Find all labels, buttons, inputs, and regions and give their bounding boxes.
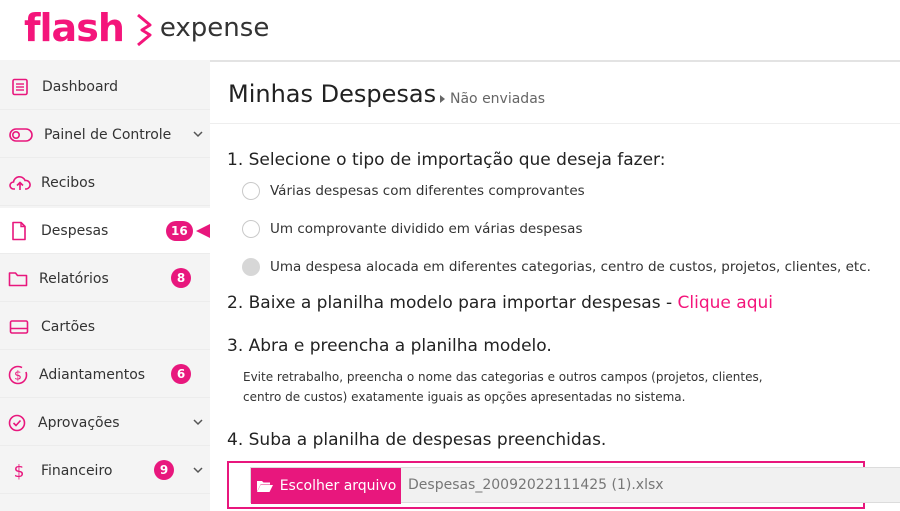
card-icon [8, 317, 30, 337]
sidebar-item-label: Adiantamentos [39, 366, 146, 383]
step-3-note-line-1: Evite retrabalho, preencha o nome das ca… [243, 370, 763, 384]
title-divider [210, 123, 900, 124]
document-icon [9, 221, 29, 241]
step-3-note-line-2: centro de custos) exatamente iguais as o… [243, 390, 686, 404]
radio-button[interactable] [242, 258, 260, 276]
logo-flash-text: flash [24, 6, 125, 50]
choose-file-button[interactable]: Escolher arquivo [251, 468, 401, 504]
sidebar-item-painel-de-controle[interactable]: Painel de Controle [0, 112, 210, 158]
chevron-down-icon[interactable] [192, 128, 204, 140]
relatorios-count-badge: 8 [171, 268, 191, 288]
flash-logo-icon [136, 13, 152, 47]
logo-expense-text: expense [159, 13, 270, 43]
sidebar-item-relatorios[interactable]: Relatórios 8 [0, 256, 210, 302]
sidebar-item-label: Painel de Controle [44, 126, 172, 143]
folder-icon [7, 269, 29, 289]
step-3-heading: 3. Abra e preencha a planilha modelo. [227, 336, 552, 356]
folder-open-icon [256, 481, 273, 492]
import-option-1[interactable]: Várias despesas com diferentes comprovan… [242, 182, 585, 200]
import-option-2[interactable]: Um comprovante dividido em várias despes… [242, 220, 582, 238]
sidebar-item-recibos[interactable]: Recibos [0, 160, 210, 206]
radio-button[interactable] [242, 182, 260, 200]
cloud-upload-icon [8, 173, 32, 193]
adiantamentos-count-badge: 6 [171, 364, 191, 384]
sidebar-item-despesas[interactable]: Despesas 16 [0, 208, 210, 254]
caret-right-icon [440, 95, 445, 103]
step-2-text: 2. Baixe a planilha modelo para importar… [227, 293, 678, 313]
sidebar-item-cartoes[interactable]: Cartões [0, 304, 210, 350]
file-upload-input[interactable]: Escolher arquivo Despesas_20092022111425… [250, 467, 900, 504]
dashboard-icon [10, 77, 30, 97]
file-upload-highlight: Escolher arquivo Despesas_20092022111425… [227, 461, 900, 509]
sidebar-item-adiantamentos[interactable]: $ Adiantamentos 6 [0, 352, 210, 398]
dollar-circle-icon: $ [7, 365, 29, 385]
app-header: flash expense [0, 0, 900, 60]
main-content: Minhas Despesas Não enviadas 1. Selecion… [210, 60, 900, 511]
active-indicator-arrow [196, 224, 210, 238]
step-3-note: Evite retrabalho, preencha o nome das ca… [243, 367, 763, 407]
chevron-down-icon[interactable] [192, 416, 204, 428]
step-1-heading: 1. Selecione o tipo de importação que de… [227, 150, 666, 170]
import-option-3[interactable]: Uma despesa alocada em diferentes catego… [242, 258, 871, 276]
sidebar-item-label: Aprovações [38, 414, 120, 431]
chevron-down-icon[interactable] [192, 464, 204, 476]
choose-file-label: Escolher arquivo [279, 478, 397, 494]
page-title: Minhas Despesas [228, 80, 437, 108]
step-4-heading: 4. Suba a planilha de despesas preenchid… [227, 430, 607, 450]
download-template-link[interactable]: Clique aqui [678, 293, 773, 313]
breadcrumb-current: Não enviadas [450, 91, 546, 107]
sidebar-item-label: Relatórios [39, 270, 109, 287]
radio-label: Várias despesas com diferentes comprovan… [270, 183, 585, 199]
selected-file-name: Despesas_20092022111425 (1).xlsx [408, 477, 664, 493]
radio-label: Uma despesa alocada em diferentes catego… [270, 259, 871, 275]
dollar-icon: $ [9, 461, 29, 481]
sidebar-item-label: Despesas [41, 222, 109, 239]
sidebar: Dashboard Painel de Controle Recibos Des… [0, 60, 210, 511]
sidebar-item-financeiro[interactable]: $ Financeiro 9 [0, 448, 210, 494]
svg-text:$: $ [14, 462, 25, 481]
toggle-icon [8, 125, 34, 145]
step-2-heading: 2. Baixe a planilha modelo para importar… [227, 293, 773, 313]
sidebar-item-aprovacoes[interactable]: Aprovações [0, 400, 210, 446]
radio-label: Um comprovante dividido em várias despes… [270, 221, 583, 237]
financeiro-count-badge: 9 [154, 460, 174, 480]
svg-text:$: $ [14, 368, 22, 382]
sidebar-item-label: Cartões [41, 318, 96, 335]
breadcrumb[interactable]: Não enviadas [440, 91, 545, 107]
radio-button[interactable] [242, 220, 260, 238]
sidebar-item-label: Dashboard [42, 78, 118, 95]
sidebar-item-dashboard[interactable]: Dashboard [0, 64, 210, 110]
sidebar-item-label: Financeiro [41, 462, 113, 479]
check-circle-icon [7, 413, 27, 433]
sidebar-item-label: Recibos [41, 174, 96, 191]
brand-logo[interactable]: flash expense [24, 6, 269, 50]
despesas-count-badge: 16 [166, 221, 193, 241]
